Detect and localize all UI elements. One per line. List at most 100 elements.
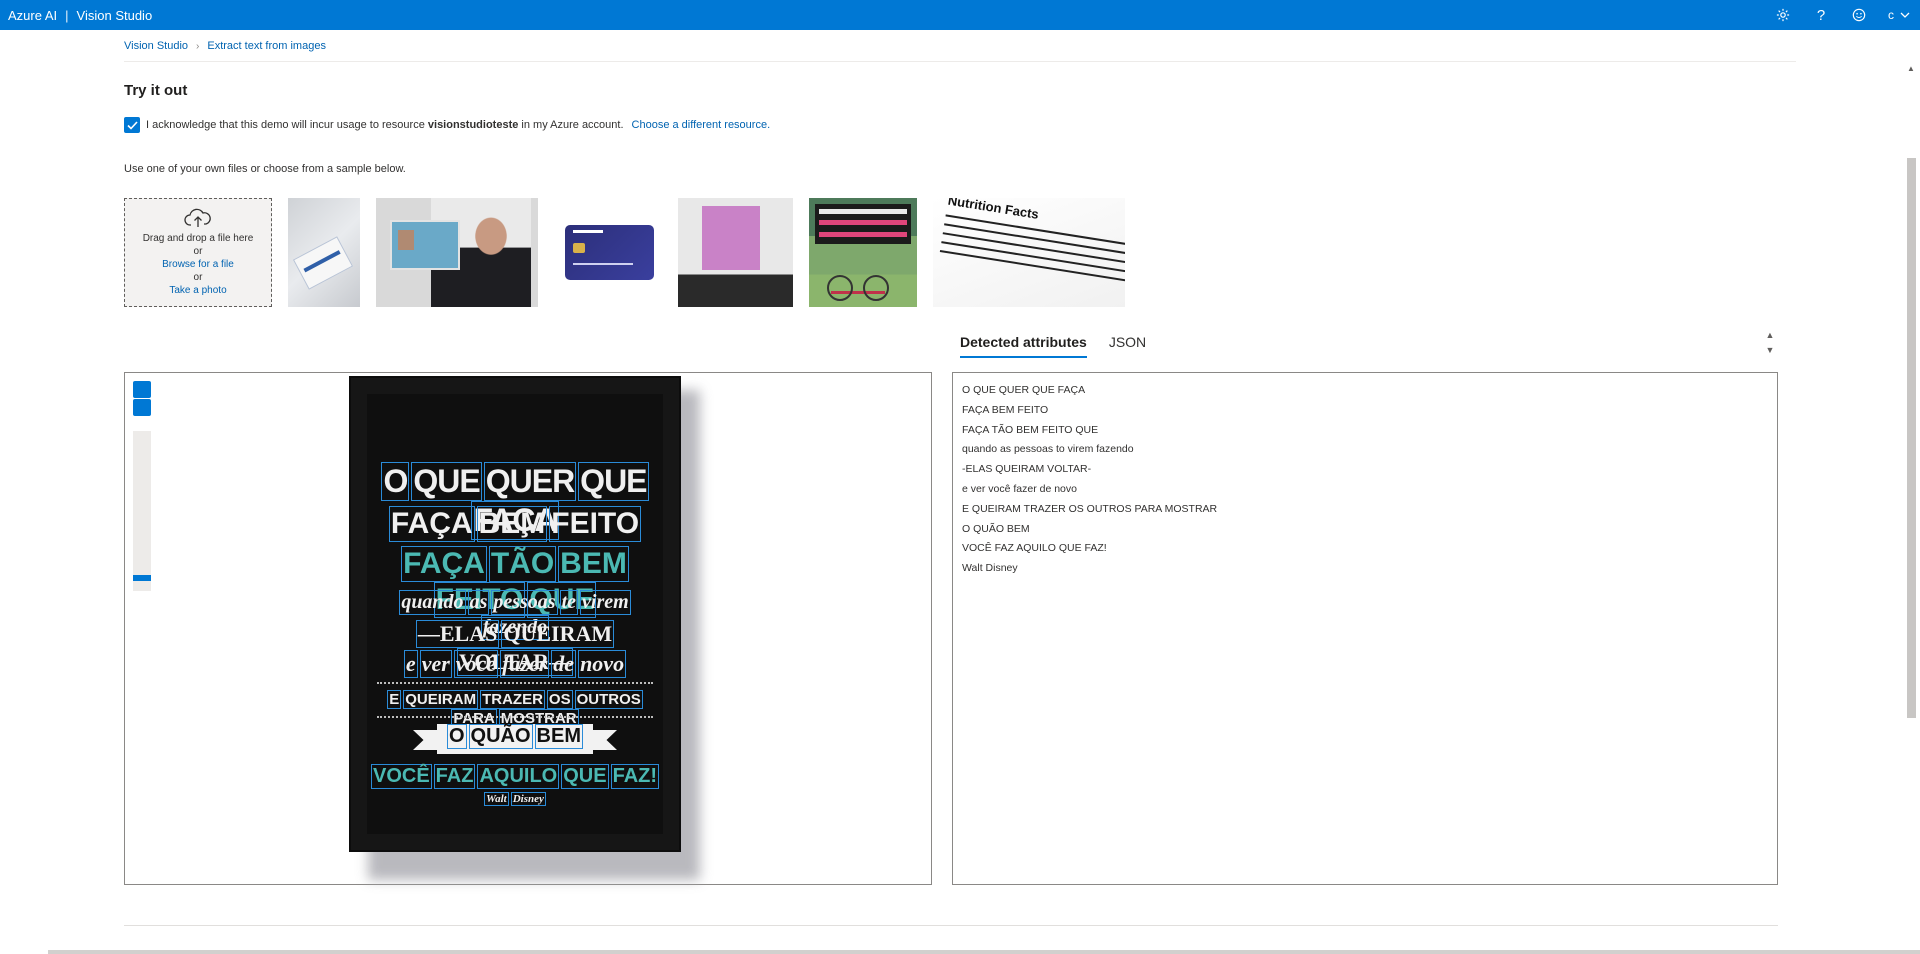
chevron-down-icon xyxy=(1900,12,1910,18)
nutrition-label: Nutrition Facts xyxy=(933,198,1125,307)
gear-icon xyxy=(1776,8,1790,22)
help-button[interactable]: ? xyxy=(1802,0,1840,30)
zoom-slider-thumb[interactable] xyxy=(133,575,151,581)
poster-line-10: Walt Disney xyxy=(367,792,663,806)
ocr-word-box: OS xyxy=(546,690,573,709)
ocr-word-box: QUER xyxy=(483,462,577,501)
ocr-word-box: te xyxy=(559,590,579,615)
ocr-word-box: você xyxy=(453,650,499,678)
page-scrollbar[interactable]: ▲ xyxy=(1904,60,1920,950)
ocr-word-box: E xyxy=(387,690,402,709)
ocr-word-box: Walt xyxy=(484,792,509,806)
top-bar: Azure AI | Vision Studio ? c xyxy=(0,0,1920,30)
choose-resource-link[interactable]: Choose a different resource. xyxy=(632,119,771,131)
poster-line-9: VOCÊ FAZ AQUILO QUE FAZ! xyxy=(367,764,663,789)
ocr-word-box: novo xyxy=(578,650,627,678)
sample-image-id-card-man[interactable] xyxy=(376,198,538,307)
poster-canvas: O QUE QUER QUEFAÇA FAÇA BEM FEITO FAÇA TÃO BEMF… xyxy=(367,394,663,834)
app-brand[interactable]: Azure AI | Vision Studio xyxy=(0,8,152,23)
or-text: or xyxy=(193,272,203,283)
horizontal-scrollbar[interactable] xyxy=(48,950,1920,954)
sample-image-credit-card[interactable] xyxy=(554,198,654,307)
poster-banner xyxy=(815,204,911,244)
zoom-slider[interactable] xyxy=(133,431,151,591)
ocr-word-box: BEM xyxy=(476,506,548,542)
user-menu[interactable]: c xyxy=(1878,0,1920,30)
scroll-up-icon[interactable]: ▲ xyxy=(1766,328,1775,343)
divider xyxy=(124,61,1796,62)
result-line: e ver você fazer de novo xyxy=(962,482,1077,495)
zoom-in-button[interactable] xyxy=(133,381,151,398)
ocr-word-box: FAÇA xyxy=(401,546,487,582)
browse-file-link[interactable]: Browse for a file xyxy=(162,258,234,271)
ocr-word-box: QUEIRAM xyxy=(501,620,615,648)
brand-separator: | xyxy=(65,7,69,23)
tab-json[interactable]: JSON xyxy=(1101,334,1152,358)
scroll-down-icon[interactable]: ▼ xyxy=(1766,343,1775,358)
ocr-word-box: quando xyxy=(399,590,466,615)
poster-line-2: FAÇA BEM FEITO xyxy=(367,506,663,542)
page-scrollbar-thumb[interactable] xyxy=(1907,158,1916,718)
divider xyxy=(124,925,1778,926)
card-shape xyxy=(292,236,354,290)
ocr-word-box: QUEIRAM xyxy=(403,690,479,709)
upload-instruction: Use one of your own files or choose from… xyxy=(124,163,406,175)
checkmark-icon xyxy=(126,120,138,130)
id-card-shape xyxy=(390,220,460,270)
sample-image-sticky-note[interactable] xyxy=(678,198,793,307)
tab-detected-attributes[interactable]: Detected attributes xyxy=(952,334,1093,358)
ocr-word-box: FEITO xyxy=(549,506,642,542)
poster-line-8: O QUÃO BEM xyxy=(367,724,663,749)
scroll-up-icon[interactable]: ▲ xyxy=(1907,64,1915,73)
or-text: or xyxy=(193,246,203,257)
ocr-word-box: FAÇA xyxy=(388,506,475,542)
ocr-word-box: OUTROS xyxy=(574,690,643,709)
acknowledge-checkbox[interactable] xyxy=(124,117,140,133)
ocr-word-box: QUÃO xyxy=(468,724,533,749)
ocr-word-box: e xyxy=(403,650,418,678)
ocr-word-box: AQUILO xyxy=(477,764,560,789)
ocr-word-box: TRAZER xyxy=(480,690,545,709)
ocr-word-box: fazer xyxy=(500,650,550,678)
acknowledge-row: I acknowledge that this demo will incur … xyxy=(124,117,770,133)
help-icon: ? xyxy=(1816,6,1826,24)
card-number-line xyxy=(573,263,633,265)
result-line: FAÇA TÃO BEM FEITO QUE xyxy=(962,423,1099,436)
zoom-out-button[interactable] xyxy=(133,399,151,416)
result-line: quando as pessoas to virem fazendo xyxy=(962,443,1134,456)
detected-text-panel[interactable]: O QUE QUER QUE FAÇA FAÇA BEM FEITO FAÇA … xyxy=(952,372,1778,885)
file-dropzone[interactable]: Drag and drop a file here or Browse for … xyxy=(124,198,272,307)
acknowledge-text-before: I acknowledge that this demo will incur … xyxy=(146,119,425,131)
result-line: VOCÊ FAZ AQUILO QUE FAZ! xyxy=(962,542,1107,555)
ocr-word-box: ver xyxy=(419,650,452,678)
feedback-button[interactable] xyxy=(1840,0,1878,30)
chevron-right-icon: › xyxy=(196,40,200,52)
cloud-upload-icon xyxy=(184,208,211,227)
sticky-note-shape xyxy=(702,206,760,270)
ocr-word-box: de xyxy=(551,650,577,678)
result-line: E QUEIRAM TRAZER OS OUTROS PARA MOSTRAR xyxy=(962,502,1218,515)
ocr-word-box: O xyxy=(446,724,467,749)
sample-image-bicycle-poster[interactable] xyxy=(809,198,917,307)
tab-scroll-arrows[interactable]: ▲ ▼ xyxy=(1763,328,1777,358)
ocr-word-box: QUE xyxy=(411,462,482,501)
ocr-word-box: QUE xyxy=(561,764,609,789)
card-chip xyxy=(573,243,585,253)
ocr-word-box: BEM xyxy=(558,546,629,582)
settings-button[interactable] xyxy=(1764,0,1802,30)
breadcrumb-extract-text[interactable]: Extract text from images xyxy=(207,40,326,52)
sample-image-social-security-card[interactable] xyxy=(288,198,360,307)
ocr-word-box: as xyxy=(467,590,490,615)
brand-vision-studio: Vision Studio xyxy=(76,7,153,23)
section-title: Try it out xyxy=(124,82,188,99)
breadcrumb-vision-studio[interactable]: Vision Studio xyxy=(124,40,188,52)
ocr-word-box: —ELAS xyxy=(415,620,500,648)
sample-image-nutrition-facts[interactable]: Nutrition Facts xyxy=(933,198,1125,307)
breadcrumb: Vision Studio › Extract text from images xyxy=(124,40,326,52)
drag-drop-text: Drag and drop a file here xyxy=(142,233,254,244)
poster-line-6: e ver você fazer de novo xyxy=(367,650,663,678)
credit-card-shape xyxy=(565,225,654,280)
bicycle-shape xyxy=(827,268,889,301)
brand-azure-ai: Azure AI xyxy=(8,7,58,23)
take-photo-link[interactable]: Take a photo xyxy=(169,284,226,297)
